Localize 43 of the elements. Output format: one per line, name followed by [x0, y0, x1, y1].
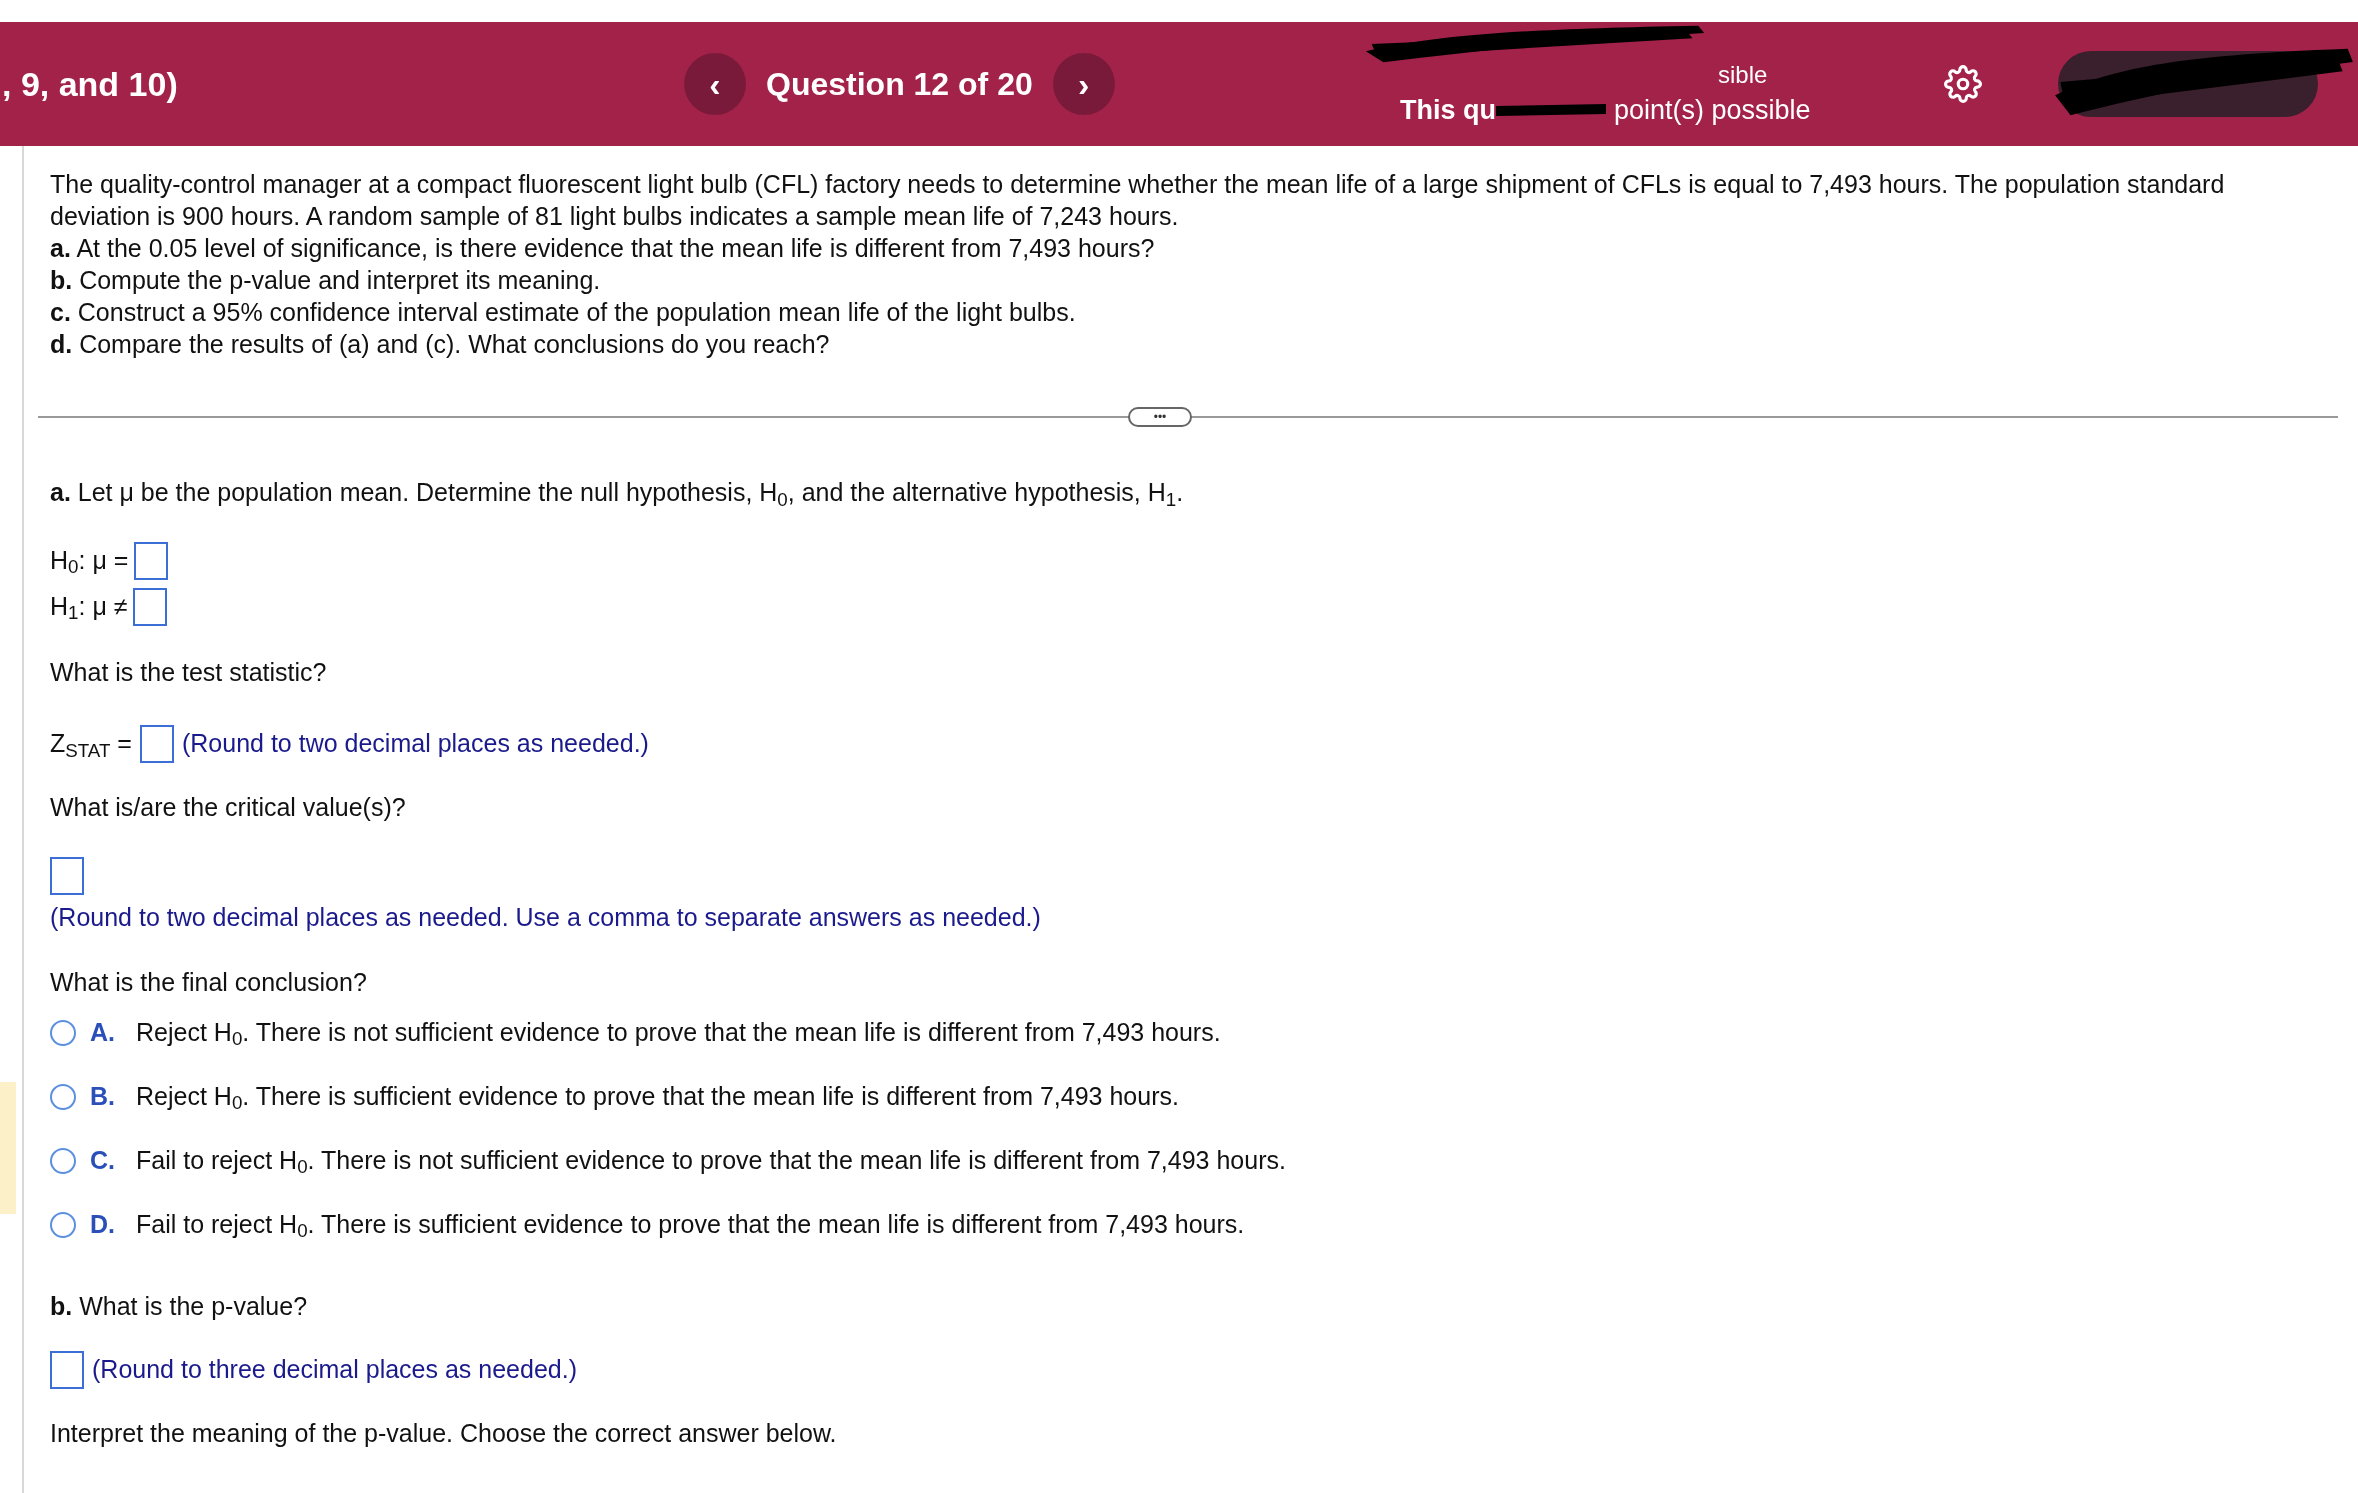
question-text: What is/are the critical value(s)? — [50, 793, 406, 821]
question-text: b. What is the p-value? — [50, 1291, 308, 1320]
option-letter: C. — [90, 1144, 116, 1176]
hypothesis-label: H$_{0}$: μ = — [50, 544, 129, 580]
radio-button[interactable] — [50, 1211, 76, 1238]
zstat-label: Z$_{STAT}$ = — [50, 728, 132, 763]
answer-box[interactable] — [134, 541, 169, 580]
option-text: Reject H$_{0}$. There is sufficient evidence to prove that the mean life is different from 7,493 hours. — [136, 1080, 1179, 1116]
problem-text: a. At the 0.05 level of significance, is there evidence that the mean life is different from 7,493 hours? — [50, 234, 1155, 262]
points-text: sible — [1718, 62, 1768, 88]
question-text: Interpret the meaning of the p-value. Choose the correct answer below. — [50, 1419, 837, 1447]
question-text: a. Let μ be the population mean. Determine the null hypothesis, H$_{0}$, and the alternative hypothesis, H$_{1}$. — [50, 478, 1184, 506]
hypothesis-label: H$_{1}$: μ ≠ — [50, 590, 128, 626]
option-letter: B. — [90, 1080, 116, 1112]
hint-text: (Round to three decimal places as needed.) — [92, 1354, 577, 1386]
expand-button[interactable]: ••• — [1128, 407, 1192, 427]
question-label: Question 12 of 20 — [766, 65, 1033, 104]
breadcrumb: , 9, and 10) — [2, 63, 178, 105]
answer-box[interactable] — [133, 587, 168, 626]
question-text: What is the final conclusion? — [50, 968, 367, 996]
next-button[interactable]: › — [1052, 53, 1115, 115]
question-text: What is the test statistic? — [50, 657, 327, 686]
answer-box[interactable] — [139, 725, 174, 763]
radio-button[interactable] — [50, 1147, 76, 1174]
points-text: This qu — [1400, 94, 1496, 127]
problem-text: The quality-control manager at a compact fluorescent light bulb (CFL) factory needs to determine whether the mean life of a large shipment of CFLs is equal to 7,493 hours. The population standard deviation is 900 hours. A random sample of 81 light bulbs indicates a sample mean life of 7,243 hours. — [50, 169, 2226, 232]
radio-button[interactable] — [50, 1083, 76, 1110]
radio-button[interactable] — [50, 1019, 76, 1046]
option-letter: A. — [90, 1016, 116, 1048]
hint-text: (Round to two decimal places as needed.) — [181, 728, 649, 760]
option-text: Fail to reject H$_{0}$. There is sufficient evidence to prove that the mean life is different from 7,493 hours. — [136, 1208, 1245, 1244]
problem-text: c. Construct a 95% confidence interval estimate of the population mean life of the light bulbs. — [50, 298, 1076, 326]
hint-text: (Round to two decimal places as needed. Use a comma to separate answers as needed.) — [50, 902, 1041, 931]
answer-box[interactable] — [50, 856, 84, 895]
option-text: Reject H$_{0}$. There is not sufficient evidence to prove that the mean life is different from 7,493 hours. — [136, 1016, 1221, 1052]
answer-box[interactable] — [50, 1351, 84, 1389]
points-text: point(s) possible — [1614, 94, 1811, 127]
problem-text: d. Compare the results of (a) and (c). What conclusions do you reach? — [50, 330, 830, 358]
option-text: Fail to reject H$_{0}$. There is not sufficient evidence to prove that the mean life is different from 7,493 hours. — [136, 1144, 1286, 1180]
option-letter: D. — [90, 1208, 116, 1240]
previous-button[interactable]: ‹ — [684, 53, 746, 115]
problem-text: b. Compute the p-value and interpret its meaning. — [50, 266, 601, 294]
settings-icon[interactable] — [1944, 65, 1982, 103]
